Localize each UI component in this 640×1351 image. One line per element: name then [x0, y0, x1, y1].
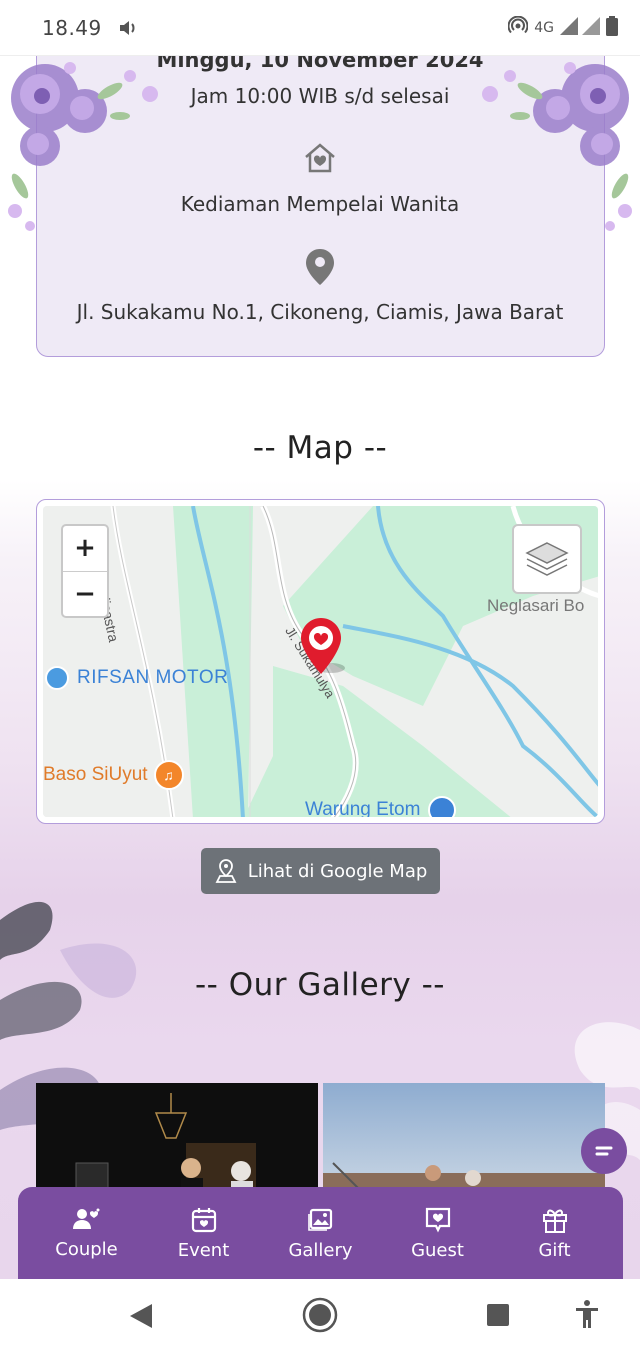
back-button[interactable] [128, 1303, 154, 1333]
back-triangle-icon [130, 1304, 152, 1328]
map-layers-button[interactable] [512, 524, 582, 594]
zoom-out-button[interactable]: − [63, 572, 107, 617]
nav-guest[interactable]: Guest [383, 1206, 493, 1261]
location-pin-icon [305, 248, 335, 290]
gift-icon [542, 1209, 567, 1233]
map-label-neglasari: Neglasari Bo [487, 596, 585, 615]
hotspot-icon [507, 15, 529, 40]
home-icon [302, 140, 338, 180]
home-circle-icon [302, 1297, 338, 1333]
flower-decoration-right [465, 56, 640, 240]
map-view[interactable]: + − A Natadisastra RIFSAN MOTOR Baso SiU… [43, 506, 598, 817]
status-time: 18.49 [42, 15, 102, 40]
accessibility-icon [576, 1300, 598, 1328]
accessibility-button[interactable] [574, 1299, 600, 1333]
menu-lines-icon [595, 1146, 613, 1156]
network-type: 4G [534, 19, 554, 36]
nav-couple[interactable]: Couple [32, 1207, 142, 1260]
zoom-control: + − [61, 524, 109, 618]
view-google-map-label: Lihat di Google Map [247, 860, 428, 882]
gallery-photo-2[interactable] [323, 1083, 605, 1193]
map-section-title: -- Map -- [252, 430, 388, 466]
map-poi-warung-etom[interactable]: Warung Etom [305, 796, 457, 817]
cart-icon [428, 796, 457, 817]
bottom-navigation: Couple Event Gallery Guest Gift [18, 1187, 623, 1279]
map-marker-icon [215, 859, 237, 883]
zoom-in-button[interactable]: + [63, 526, 107, 572]
view-google-map-button[interactable]: Lihat di Google Map [201, 848, 440, 894]
gallery-photo-1[interactable] [36, 1083, 318, 1193]
restaurant-icon: ♫ [153, 760, 184, 790]
map-marker-pin[interactable] [297, 616, 353, 685]
status-bar: 18.49 4G [0, 0, 640, 56]
gallery-section-title: -- Our Gallery -- [194, 967, 445, 1003]
couple-icon [72, 1208, 99, 1229]
home-button[interactable] [302, 1297, 338, 1337]
gallery-icon [307, 1208, 332, 1231]
nav-gallery[interactable]: Gallery [266, 1206, 376, 1261]
nav-gift[interactable]: Gift [500, 1206, 610, 1261]
shop-icon [45, 666, 69, 690]
nav-event[interactable]: Event [149, 1206, 259, 1261]
recents-square-icon [487, 1304, 509, 1326]
calendar-icon [191, 1207, 216, 1232]
recents-button[interactable] [486, 1303, 510, 1331]
volume-icon [118, 19, 138, 37]
event-address: Jl. Sukakamu No.1, Cikoneng, Ciamis, Jaw… [76, 300, 564, 324]
flower-decoration-left [0, 56, 175, 240]
system-navigation-bar [0, 1279, 640, 1351]
guest-icon [425, 1207, 450, 1232]
music-toggle-button[interactable] [581, 1128, 627, 1174]
battery-icon [606, 15, 618, 40]
signal-icon [560, 16, 600, 39]
map-poi-rifsan-motor[interactable]: RIFSAN MOTOR [45, 666, 228, 690]
map-container[interactable]: + − A Natadisastra RIFSAN MOTOR Baso SiU… [36, 499, 605, 824]
layers-icon [525, 542, 569, 576]
map-poi-baso-siuyut[interactable]: Baso SiUyut ♫ [43, 760, 184, 790]
